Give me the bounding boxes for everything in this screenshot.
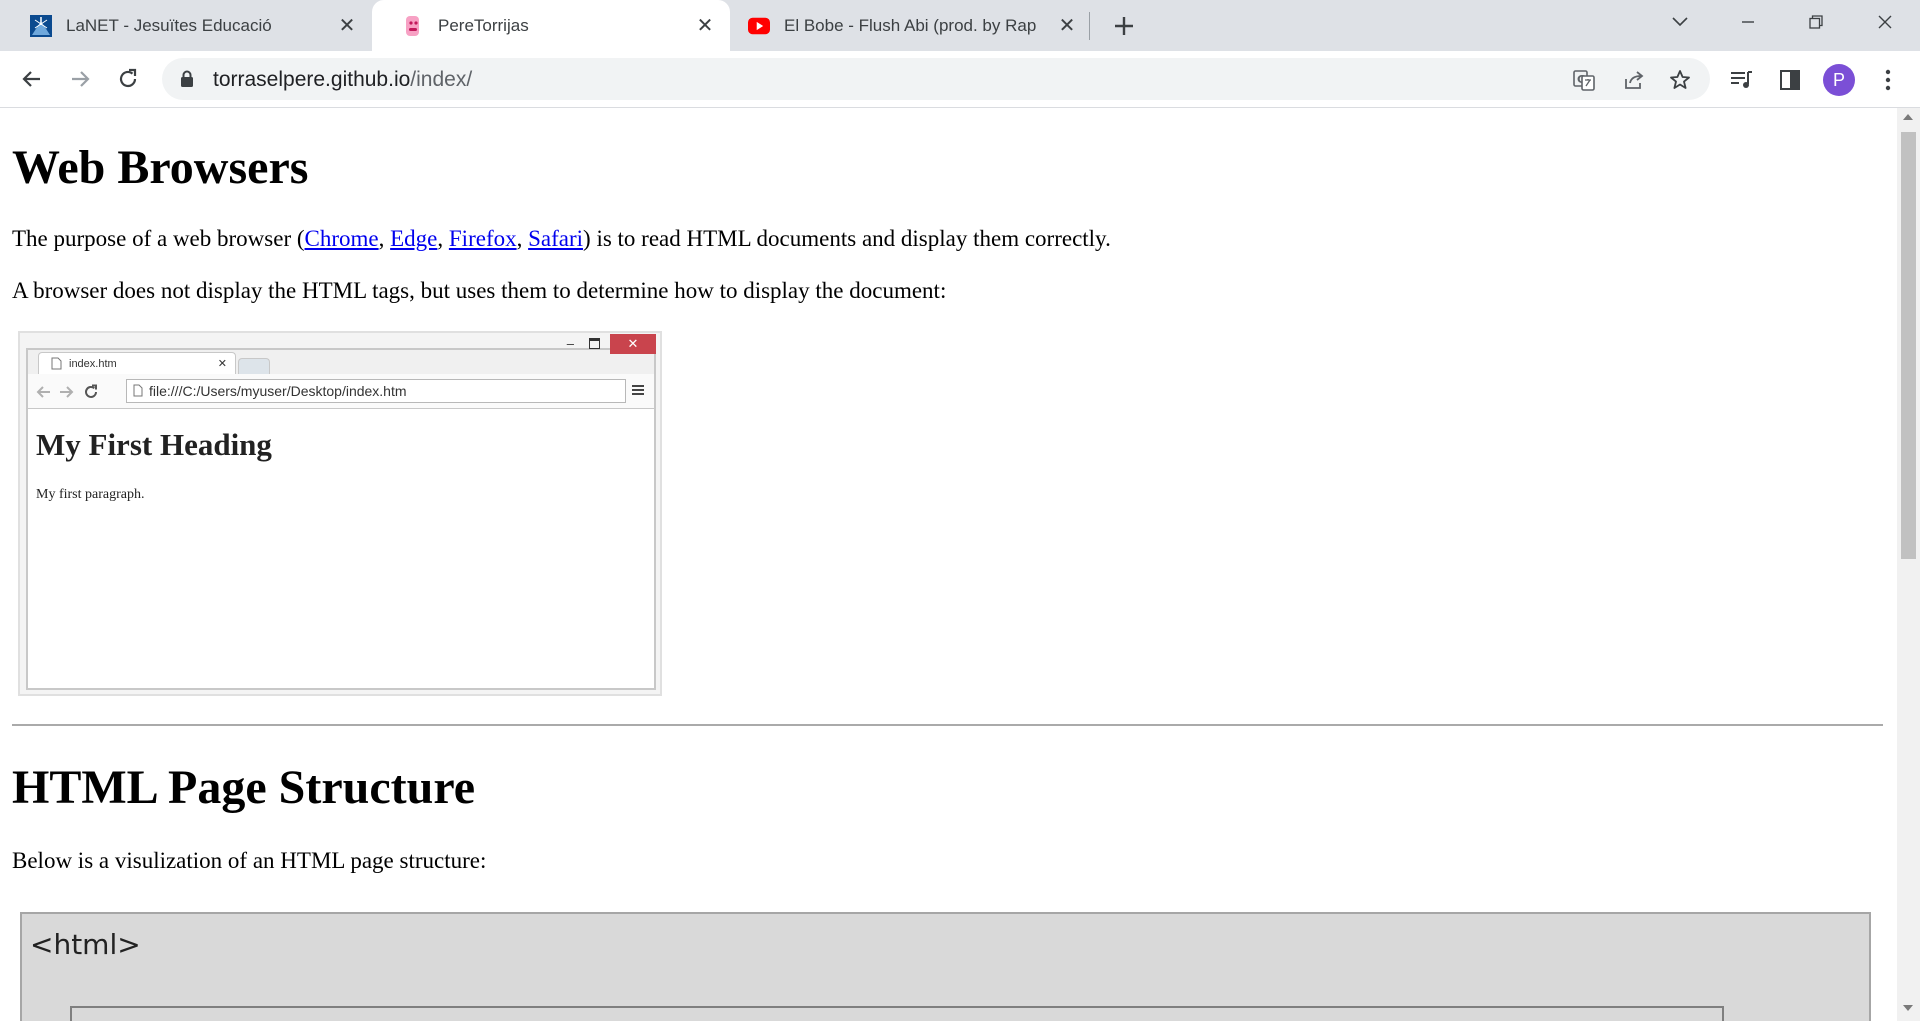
close-icon[interactable]: ✕ — [694, 15, 716, 37]
page-viewport: Web Browsers The purpose of a web browse… — [0, 108, 1897, 1021]
url-host: torraselpere.github.io — [213, 68, 411, 91]
tab-title: El Bobe - Flush Abi (prod. by Rap — [784, 15, 1037, 35]
youtube-favicon — [748, 15, 770, 37]
minimize-button[interactable] — [1720, 0, 1776, 44]
close-icon[interactable]: ✕ — [1056, 15, 1078, 37]
link-safari[interactable]: Safari — [528, 226, 583, 251]
share-icon[interactable] — [1622, 68, 1646, 92]
heading-html-page-structure: HTML Page Structure — [12, 761, 476, 814]
new-tab-button[interactable] — [1108, 10, 1140, 42]
kebab-menu-icon[interactable] — [1875, 67, 1901, 93]
minimize-icon — [1742, 21, 1754, 23]
illustration-heading: My First Heading — [36, 427, 272, 462]
avatar-initial: P — [1832, 69, 1845, 90]
link-edge[interactable]: Edge — [390, 226, 437, 251]
scrollbar-thumb[interactable] — [1901, 132, 1916, 559]
tab-peretorrijas[interactable]: PereTorrijas ✕ — [372, 0, 730, 51]
paragraph-browser-tags: A browser does not display the HTML tags… — [12, 278, 947, 303]
browser-illustration-image: ‒ ✕ index.htm ✕ file:///C:/Users/myuser/… — [18, 331, 662, 696]
scroll-up-arrow-icon[interactable] — [1903, 114, 1913, 120]
plus-icon — [1115, 17, 1133, 35]
text-segment: ) is to read HTML documents and display … — [583, 226, 1111, 251]
restore-icon — [1809, 15, 1823, 29]
tab-lanet[interactable]: LaNET - Jesuïtes Educació ✕ — [0, 0, 372, 51]
illustration-newtab — [238, 358, 270, 375]
translate-icon[interactable]: G — [1572, 68, 1596, 92]
link-chrome[interactable]: Chrome — [305, 226, 379, 251]
restore-button[interactable] — [1788, 0, 1844, 44]
lock-icon[interactable] — [180, 70, 194, 93]
illustration-maximize-icon — [589, 338, 600, 349]
illustration-nav-icons — [36, 384, 97, 398]
close-icon — [1878, 15, 1892, 29]
close-icon[interactable]: ✕ — [336, 15, 358, 37]
close-window-button[interactable] — [1857, 0, 1913, 44]
forward-button[interactable] — [62, 61, 98, 97]
illustration-window: ‒ ✕ index.htm ✕ file:///C:/Users/myuser/… — [26, 334, 656, 690]
illustration-close-icon: ✕ — [610, 334, 656, 354]
profile-avatar[interactable]: P — [1823, 64, 1855, 96]
side-panel-icon[interactable] — [1777, 67, 1803, 93]
heading-web-browsers: Web Browsers — [12, 141, 309, 194]
diagram-inner-box — [70, 1006, 1724, 1021]
text-segment: The purpose of a web browser ( — [12, 226, 305, 251]
illustration-url: file:///C:/Users/myuser/Desktop/index.ht… — [149, 383, 407, 399]
illustration-tab-close-icon: ✕ — [217, 358, 227, 370]
pere-favicon — [402, 15, 424, 37]
tab-strip: LaNET - Jesuïtes Educació ✕ PereTorrijas… — [0, 0, 1920, 51]
hamburger-menu-icon — [632, 385, 644, 395]
illustration-toolbar: file:///C:/Users/myuser/Desktop/index.ht… — [28, 374, 654, 409]
paragraph-structure-intro: Below is a visulization of an HTML page … — [12, 848, 487, 873]
address-bar[interactable]: torraselpere.github.io/index/ G — [162, 58, 1710, 100]
tab-search-button[interactable] — [1652, 0, 1708, 44]
illustration-address-bar: file:///C:/Users/myuser/Desktop/index.ht… — [126, 379, 626, 403]
reload-button[interactable] — [110, 61, 146, 97]
scroll-down-arrow-icon[interactable] — [1903, 1005, 1913, 1011]
illustration-tab-title: index.htm — [69, 358, 117, 370]
illustration-tab: index.htm ✕ — [38, 352, 236, 375]
url-text[interactable]: torraselpere.github.io/index/ — [213, 68, 472, 92]
media-controls-icon[interactable] — [1728, 67, 1754, 93]
link-firefox[interactable]: Firefox — [449, 226, 517, 251]
illustration-page: My First Heading My first paragraph. — [28, 409, 654, 688]
bookmark-star-icon[interactable] — [1668, 68, 1692, 92]
tab-separator — [1089, 12, 1090, 40]
html-structure-diagram: <html> — [20, 912, 1871, 1021]
tab-youtube[interactable]: El Bobe - Flush Abi (prod. by Rap ✕ — [730, 0, 1092, 51]
page-scrollbar[interactable] — [1897, 108, 1920, 1021]
arrow-left-icon — [22, 71, 40, 87]
tab-title: PereTorrijas — [438, 15, 529, 35]
chevron-down-icon — [1672, 17, 1688, 27]
tab-title: LaNET - Jesuïtes Educació — [66, 15, 272, 35]
horizontal-rule — [12, 724, 1883, 726]
diagram-html-tag: <html> — [30, 928, 141, 961]
document-icon — [51, 357, 62, 370]
arrow-right-icon — [72, 71, 90, 87]
document-icon — [133, 384, 143, 397]
back-button[interactable] — [14, 61, 50, 97]
illustration-minimize-icon: ‒ — [566, 336, 574, 351]
url-path: /index/ — [410, 68, 473, 91]
reload-icon — [119, 68, 137, 88]
browser-toolbar: torraselpere.github.io/index/ G P — [0, 51, 1920, 108]
paragraph-browser-purpose: The purpose of a web browser (Chrome, Ed… — [12, 226, 1111, 251]
illustration-paragraph: My first paragraph. — [36, 487, 145, 502]
lanet-favicon — [30, 14, 52, 37]
